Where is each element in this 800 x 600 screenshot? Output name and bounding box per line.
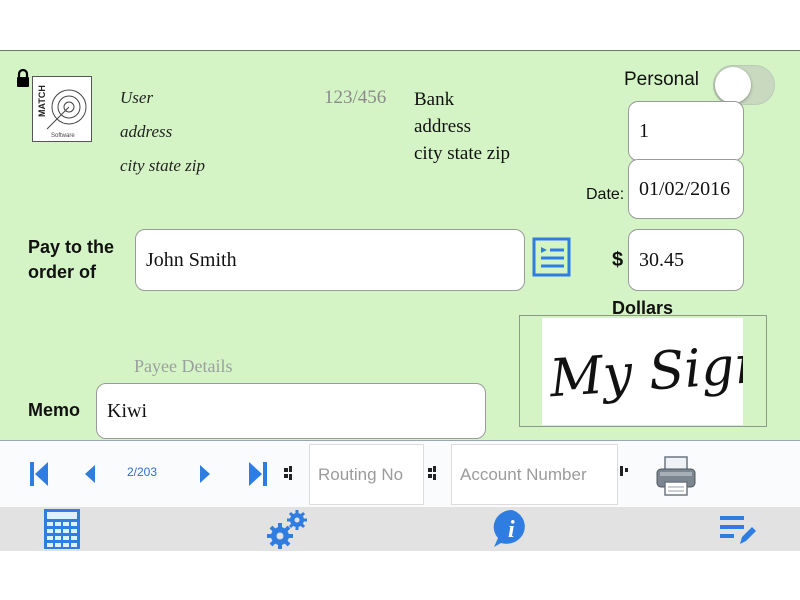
match-software-logo: MATCH Software — [32, 76, 92, 142]
signature-text: My Sign — [547, 334, 743, 409]
account-number-input[interactable]: Account Number — [451, 444, 618, 505]
check-number-value: 1 — [639, 119, 649, 142]
payer-name: User — [120, 88, 154, 107]
memo-label: Memo — [28, 400, 81, 420]
svg-text:i: i — [508, 517, 515, 543]
date-value: 01/02/2016 — [639, 177, 731, 200]
svg-text:MATCH: MATCH — [37, 85, 47, 117]
tab-edit[interactable] — [718, 512, 758, 548]
account-micr-symbol-icon — [428, 466, 436, 480]
printer-icon[interactable] — [655, 455, 697, 497]
tab-info[interactable]: i — [491, 507, 533, 549]
date-field[interactable]: 01/02/2016 — [628, 159, 744, 219]
payee-field[interactable]: John Smith — [135, 229, 525, 291]
tab-calculator[interactable] — [43, 508, 81, 550]
routing-number-placeholder: Routing No — [318, 464, 404, 484]
routing-number-input[interactable]: Routing No — [309, 444, 424, 505]
settings-gears-icon — [267, 510, 307, 549]
first-page-icon[interactable] — [28, 460, 50, 488]
pay-to-label-line2: order of — [28, 262, 97, 282]
payee-value: John Smith — [146, 248, 237, 271]
payer-address: address — [120, 122, 173, 141]
bank-city: city state zip — [414, 143, 511, 164]
next-page-icon[interactable] — [198, 464, 212, 484]
onus-micr-symbol-icon — [620, 466, 628, 476]
edit-list-icon — [720, 516, 756, 544]
calculator-icon — [44, 509, 80, 549]
signature-image: My Sign — [542, 318, 743, 425]
personal-label: Personal — [624, 69, 699, 90]
amount-value: 30.45 — [639, 248, 684, 271]
currency-symbol: $ — [612, 249, 624, 271]
memo-value: Kiwi — [107, 399, 147, 422]
amount-field[interactable]: 30.45 — [628, 229, 744, 291]
page-indicator: 2/203 — [127, 465, 158, 479]
info-icon: i — [493, 509, 525, 547]
bank-name: Bank — [414, 89, 455, 110]
tab-settings[interactable] — [265, 507, 309, 551]
personal-toggle-knob[interactable] — [715, 67, 751, 103]
date-label: Date: — [586, 186, 625, 203]
svg-text:Software: Software — [51, 133, 75, 139]
memo-field[interactable]: Kiwi — [96, 383, 486, 439]
previous-page-icon[interactable] — [83, 464, 97, 484]
tab-bar — [0, 507, 800, 551]
bank-address: address — [414, 116, 471, 137]
check-number-field[interactable]: 1 — [628, 101, 744, 161]
payer-city: city state zip — [120, 156, 205, 175]
payee-list-icon[interactable] — [532, 236, 572, 278]
payee-details-label[interactable]: Payee Details — [134, 356, 232, 377]
check-reference: 123/456 — [324, 87, 387, 108]
routing-micr-symbol-icon — [284, 466, 292, 480]
pay-to-label-line1: Pay to the — [28, 237, 115, 257]
lock-icon[interactable] — [16, 68, 30, 88]
account-number-placeholder: Account Number — [460, 464, 587, 484]
last-page-icon[interactable] — [247, 460, 269, 488]
